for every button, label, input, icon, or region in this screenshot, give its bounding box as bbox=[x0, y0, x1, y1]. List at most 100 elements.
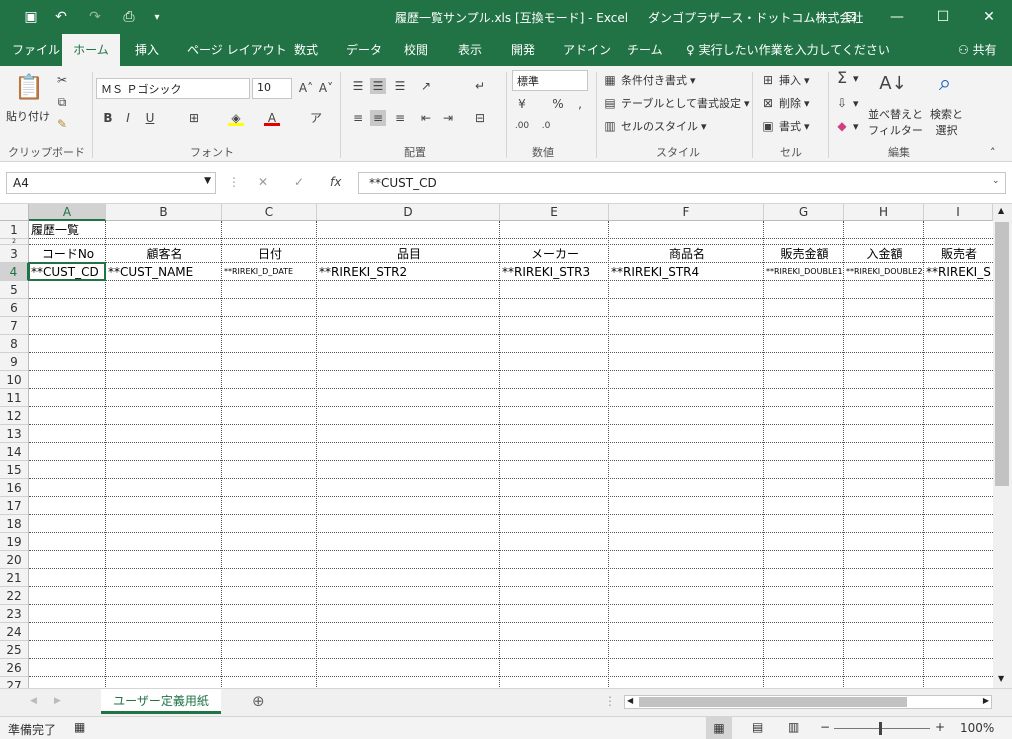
row-header-10[interactable]: 10 bbox=[0, 371, 29, 389]
zoom-in-icon[interactable]: + bbox=[935, 720, 945, 734]
zoom-slider[interactable] bbox=[834, 722, 930, 735]
column-header-c[interactable]: C bbox=[222, 204, 317, 221]
row-header-3[interactable]: 3 bbox=[0, 245, 29, 263]
copy-icon[interactable]: ⧉ bbox=[54, 94, 70, 110]
customize-qat-icon[interactable]: ▾ bbox=[148, 8, 166, 26]
decrease-indent-icon[interactable]: ⇤ bbox=[418, 110, 434, 126]
header-cell-c[interactable]: 日付 bbox=[224, 245, 316, 263]
tab-home[interactable]: ホーム bbox=[62, 34, 120, 66]
tab-view[interactable]: 表示 bbox=[458, 34, 482, 66]
sheet-tab[interactable]: ユーザー定義用紙 bbox=[101, 689, 221, 714]
row-header-27[interactable]: 27 bbox=[0, 677, 29, 688]
tab-data[interactable]: データ bbox=[346, 34, 382, 66]
insert-function-icon[interactable]: fx bbox=[330, 175, 341, 189]
cell-i4[interactable]: **RIREKI_S bbox=[926, 263, 992, 281]
page-break-view-icon[interactable]: ▥ bbox=[788, 720, 799, 734]
format-as-table-button[interactable]: ▤ テーブルとして書式設定 ▾ bbox=[602, 95, 749, 111]
page-layout-view-icon[interactable]: ▤ bbox=[752, 720, 763, 734]
header-cell-i[interactable]: 販売者 bbox=[926, 245, 992, 263]
scroll-thumb[interactable] bbox=[639, 697, 907, 707]
row-header-20[interactable]: 20 bbox=[0, 551, 29, 569]
row-header-15[interactable]: 15 bbox=[0, 461, 29, 479]
expand-formula-icon[interactable]: ⌄ bbox=[992, 176, 1000, 186]
row-header-4[interactable]: 4 bbox=[0, 263, 29, 281]
increase-decimal-icon[interactable]: .00 bbox=[514, 118, 530, 134]
formula-input[interactable]: **CUST_CD bbox=[358, 172, 1006, 194]
tab-team[interactable]: チーム bbox=[627, 34, 663, 66]
header-cell-e[interactable]: メーカー bbox=[502, 245, 608, 263]
redo-icon[interactable]: ↷ bbox=[86, 8, 104, 26]
active-cell-selection[interactable] bbox=[28, 262, 106, 281]
drag-handle-icon[interactable]: ⋮ bbox=[604, 694, 616, 708]
clear-icon[interactable]: ◆ ▾ bbox=[834, 118, 858, 134]
underline-icon[interactable]: U bbox=[142, 110, 158, 126]
format-painter-icon[interactable]: ✎ bbox=[54, 116, 70, 132]
column-header-f[interactable]: F bbox=[609, 204, 764, 221]
row-header-26[interactable]: 26 bbox=[0, 659, 29, 677]
ribbon-display-icon[interactable]: ⊡ bbox=[828, 0, 874, 34]
merge-center-icon[interactable]: ⊟ bbox=[472, 110, 488, 126]
row-header-13[interactable]: 13 bbox=[0, 425, 29, 443]
close-button[interactable]: ✕ bbox=[966, 0, 1012, 34]
tab-formulas[interactable]: 数式 bbox=[294, 34, 318, 66]
scroll-thumb[interactable] bbox=[995, 222, 1009, 486]
row-header-12[interactable]: 12 bbox=[0, 407, 29, 425]
chevron-down-icon[interactable]: ▼ bbox=[204, 176, 211, 186]
next-sheet-icon[interactable]: ▶ bbox=[54, 696, 61, 706]
paste-label[interactable]: 貼り付け bbox=[6, 108, 50, 124]
collapse-ribbon-icon[interactable]: ˄ bbox=[990, 146, 996, 159]
tell-me-box[interactable]: ♀ 実行したい作業を入力してください bbox=[686, 34, 890, 66]
align-middle-icon[interactable]: ☰ bbox=[370, 78, 386, 94]
format-cells-button[interactable]: ▣ 書式 ▾ bbox=[760, 118, 809, 134]
worksheet-grid[interactable]: ▲ ▼ A B C D E F G H I 1 2 3 4 5 6 7 8 9 10 11 12 13 14 15 16 17 18… bbox=[0, 204, 1012, 688]
add-sheet-icon[interactable]: ⊕ bbox=[252, 692, 265, 710]
row-header-18[interactable]: 18 bbox=[0, 515, 29, 533]
row-header-25[interactable]: 25 bbox=[0, 641, 29, 659]
share-button[interactable]: ⚇ 共有 bbox=[958, 34, 997, 66]
sort-filter-button[interactable]: 並べ替えと フィルター bbox=[868, 106, 923, 138]
grow-font-icon[interactable]: A˄ bbox=[298, 80, 314, 96]
align-left-icon[interactable]: ≡ bbox=[350, 110, 366, 126]
column-header-d[interactable]: D bbox=[317, 204, 500, 221]
minimize-button[interactable]: — bbox=[874, 0, 920, 34]
border-icon[interactable]: ⊞ bbox=[186, 110, 202, 126]
conditional-formatting-button[interactable]: ▦ 条件付き書式 ▾ bbox=[602, 72, 695, 88]
tab-file[interactable]: ファイル bbox=[12, 34, 60, 66]
delete-cells-button[interactable]: ⊠ 削除 ▾ bbox=[760, 95, 810, 111]
prev-sheet-icon[interactable]: ◀ bbox=[30, 696, 37, 706]
fill-icon[interactable]: ⇩ ▾ bbox=[834, 95, 859, 111]
horizontal-scrollbar[interactable]: ◀ ▶ bbox=[624, 695, 992, 709]
header-cell-b[interactable]: 顧客名 bbox=[108, 245, 221, 263]
tab-review[interactable]: 校閲 bbox=[404, 34, 428, 66]
decrease-decimal-icon[interactable]: .0 bbox=[538, 118, 554, 134]
cell-g4[interactable]: **RIREKI_DOUBLE1 bbox=[766, 263, 843, 281]
cut-icon[interactable]: ✂ bbox=[54, 72, 70, 88]
row-header-6[interactable]: 6 bbox=[0, 299, 29, 317]
cell-h4[interactable]: **RIREKI_DOUBLE2 bbox=[846, 263, 923, 281]
column-header-g[interactable]: G bbox=[764, 204, 844, 221]
save-icon[interactable]: ▣ bbox=[22, 8, 40, 26]
row-header-8[interactable]: 8 bbox=[0, 335, 29, 353]
macro-record-icon[interactable]: ▦ bbox=[74, 720, 85, 734]
cancel-icon[interactable]: ✕ bbox=[258, 175, 268, 189]
cell-d4[interactable]: **RIREKI_STR2 bbox=[319, 263, 499, 281]
cell-styles-button[interactable]: ▥ セルのスタイル ▾ bbox=[602, 118, 706, 134]
percent-icon[interactable]: % bbox=[550, 96, 566, 112]
tab-developer[interactable]: 開発 bbox=[511, 34, 535, 66]
scroll-right-icon[interactable]: ▶ bbox=[983, 696, 989, 705]
maximize-button[interactable]: ☐ bbox=[920, 0, 966, 34]
orientation-icon[interactable]: ↗ bbox=[418, 78, 434, 94]
select-all-corner[interactable] bbox=[0, 204, 29, 221]
cell-b4[interactable]: **CUST_NAME bbox=[108, 263, 221, 281]
column-header-i[interactable]: I bbox=[924, 204, 993, 221]
row-header-21[interactable]: 21 bbox=[0, 569, 29, 587]
zoom-slider-thumb[interactable] bbox=[879, 722, 882, 735]
row-header-16[interactable]: 16 bbox=[0, 479, 29, 497]
normal-view-icon[interactable]: ▦ bbox=[706, 717, 732, 739]
header-cell-h[interactable]: 入金額 bbox=[846, 245, 923, 263]
tab-page-layout[interactable]: ページ レイアウト bbox=[187, 34, 287, 66]
tab-addins[interactable]: アドイン bbox=[563, 34, 611, 66]
undo-icon[interactable]: ↶ bbox=[52, 8, 70, 26]
bold-icon[interactable]: B bbox=[100, 110, 116, 126]
cell-a1[interactable]: 履歴一覧 bbox=[31, 221, 105, 239]
